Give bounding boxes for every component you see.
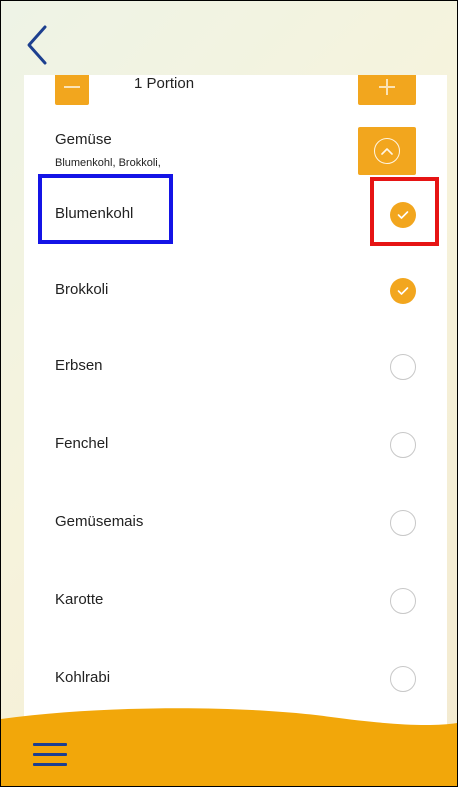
app-screen: 1 Portion Gemüse Blumenkohl, Brokkoli, B… xyxy=(0,0,458,787)
unchecked-circle-checkbox[interactable] xyxy=(390,354,416,380)
list-item-label: Kohlrabi xyxy=(55,669,111,686)
decrease-portion-button[interactable] xyxy=(55,75,89,105)
checkmark-icon xyxy=(397,211,409,219)
checked-circle-checkbox[interactable] xyxy=(390,278,416,304)
list-item-label: Karotte xyxy=(55,591,104,608)
chevron-up-circle-icon xyxy=(374,138,400,164)
list-item[interactable]: Erbsen xyxy=(24,347,447,387)
portion-label: 1 Portion xyxy=(134,75,195,92)
back-button[interactable] xyxy=(23,23,53,67)
list-item-label: Erbsen xyxy=(55,357,103,374)
portion-row: 1 Portion xyxy=(24,75,447,107)
chevron-left-icon xyxy=(27,25,47,65)
minus-icon xyxy=(64,86,80,88)
list-item[interactable]: Karotte xyxy=(24,581,447,621)
checkmark-icon xyxy=(397,287,409,295)
hamburger-menu-button[interactable] xyxy=(33,741,67,767)
list-item[interactable]: Blumenkohl xyxy=(24,195,447,235)
unchecked-circle-checkbox[interactable] xyxy=(390,588,416,614)
unchecked-circle-checkbox[interactable] xyxy=(390,510,416,536)
collapse-category-button[interactable] xyxy=(358,127,416,175)
list-item[interactable]: Gemüsemais xyxy=(24,503,447,543)
checked-circle-checkbox[interactable] xyxy=(390,202,416,228)
unchecked-circle-checkbox[interactable] xyxy=(390,666,416,692)
list-item-label: Gemüsemais xyxy=(55,513,144,530)
list-item-label: Fenchel xyxy=(55,435,109,452)
category-title: Gemüse xyxy=(55,131,112,148)
category-selected-summary: Blumenkohl, Brokkoli, xyxy=(55,157,161,169)
list-item[interactable]: Brokkoli xyxy=(24,271,447,311)
unchecked-circle-checkbox[interactable] xyxy=(390,432,416,458)
food-selection-card: 1 Portion Gemüse Blumenkohl, Brokkoli, B… xyxy=(24,75,447,735)
plus-icon xyxy=(379,79,395,95)
footer-wave xyxy=(1,708,457,786)
list-item-label: Brokkoli xyxy=(55,281,109,298)
increase-portion-button[interactable] xyxy=(358,75,416,105)
list-item-label: Blumenkohl xyxy=(55,205,134,222)
list-item[interactable]: Fenchel xyxy=(24,425,447,465)
list-item[interactable]: Kohlrabi xyxy=(24,659,447,699)
